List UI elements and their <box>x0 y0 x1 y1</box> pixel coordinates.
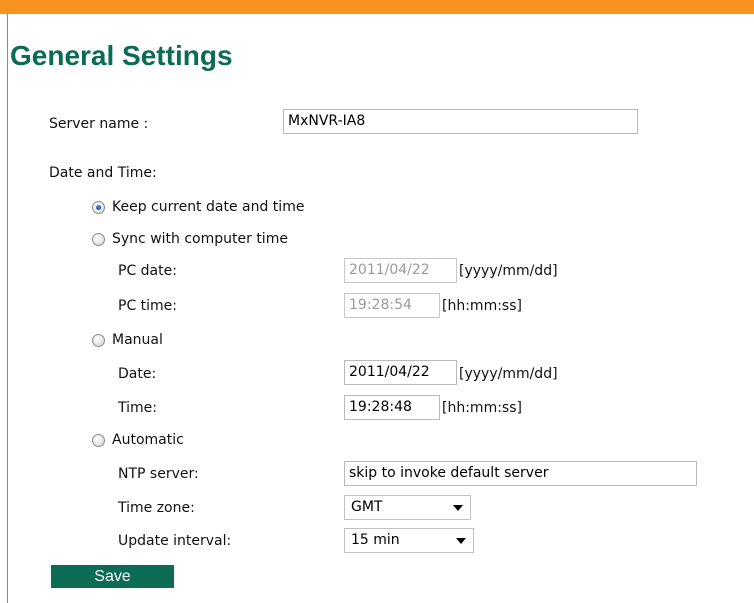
sync-computer-label[interactable]: Sync with computer time <box>112 231 288 247</box>
update-interval-label: Update interval: <box>118 533 232 549</box>
ntp-server-label: NTP server: <box>118 466 199 482</box>
date-format: [yyyy/mm/dd] <box>459 366 558 382</box>
chevron-down-icon <box>453 505 463 511</box>
pc-date-label: PC date: <box>118 263 177 279</box>
time-zone-value: GMT <box>351 499 383 515</box>
pc-date-input: 2011/04/22 <box>344 258 457 283</box>
server-name-input[interactable]: MxNVR-IA8 <box>283 109 638 134</box>
pc-time-label: PC time: <box>118 298 178 314</box>
time-label: Time: <box>118 400 157 416</box>
keep-current-label[interactable]: Keep current date and time <box>112 199 304 215</box>
date-time-heading: Date and Time: <box>49 165 157 181</box>
keep-current-radio[interactable] <box>92 201 105 214</box>
page-title: General Settings <box>10 40 233 71</box>
pc-time-input: 19:28:54 <box>344 293 440 318</box>
manual-radio[interactable] <box>92 334 105 347</box>
time-zone-select[interactable]: GMT <box>344 495 471 520</box>
pc-time-format: [hh:mm:ss] <box>442 298 522 314</box>
update-interval-value: 15 min <box>351 532 400 548</box>
server-name-label: Server name : <box>49 116 149 132</box>
pc-date-format: [yyyy/mm/dd] <box>459 263 558 279</box>
chevron-down-icon <box>456 538 466 544</box>
manual-label[interactable]: Manual <box>112 332 163 348</box>
time-format: [hh:mm:ss] <box>442 400 522 416</box>
left-border-line <box>7 14 8 603</box>
sync-computer-radio[interactable] <box>92 233 105 246</box>
date-input[interactable]: 2011/04/22 <box>344 360 457 385</box>
time-input[interactable]: 19:28:48 <box>344 395 440 420</box>
ntp-server-input[interactable]: skip to invoke default server <box>344 461 697 486</box>
update-interval-select[interactable]: 15 min <box>344 528 474 553</box>
save-button[interactable]: Save <box>51 565 174 588</box>
top-accent-bar <box>0 0 754 14</box>
date-label: Date: <box>118 366 157 382</box>
time-zone-label: Time zone: <box>118 500 195 516</box>
automatic-label[interactable]: Automatic <box>112 432 184 448</box>
automatic-radio[interactable] <box>92 434 105 447</box>
